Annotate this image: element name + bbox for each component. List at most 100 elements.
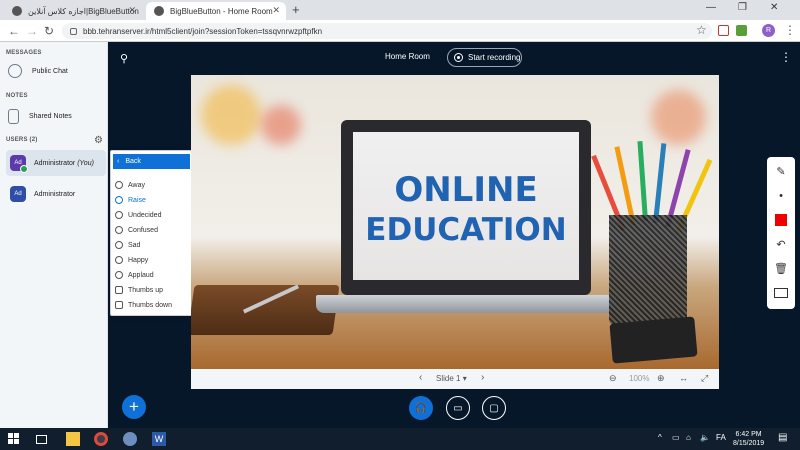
status-undecided[interactable]: Undecided	[115, 209, 161, 221]
browser-tab-1[interactable]: اجازه کلاس آنلاین|BigBlueButton ✕	[4, 2, 142, 20]
app-icon[interactable]	[123, 432, 137, 446]
browser-menu-icon[interactable]: ⋮	[784, 23, 796, 37]
status-thumbs-down[interactable]: Thumbs down	[115, 299, 172, 311]
slide-select[interactable]: Slide 1 ▾	[436, 374, 467, 383]
close-tab-icon[interactable]: ✕	[272, 5, 280, 16]
status-sad[interactable]: Sad	[115, 239, 140, 251]
language-indicator[interactable]: FA	[716, 433, 726, 442]
user-list-toggle-icon[interactable]: ⚲	[120, 52, 128, 65]
notes-title: NOTES	[6, 93, 28, 99]
notes-icon	[8, 109, 19, 124]
network-icon: ⌂	[686, 433, 691, 442]
status-away[interactable]: Away	[115, 179, 145, 191]
new-tab-icon[interactable]: +	[292, 2, 300, 17]
browser-tab-2[interactable]: BigBlueButton - Home Room ✕	[146, 2, 286, 20]
url-field[interactable]: bbb.tehranserver.ir/html5client/join?ses…	[62, 23, 712, 39]
background-blur	[651, 90, 706, 145]
hand-icon	[115, 196, 123, 204]
thickness-tool-icon[interactable]: •	[767, 184, 795, 208]
tab-title: اجازه کلاس آنلاین|BigBlueButton	[28, 6, 139, 16]
back-icon[interactable]: ←	[8, 24, 20, 38]
multi-user-icon[interactable]	[767, 281, 795, 305]
close-window-icon[interactable]: ✕	[770, 2, 778, 13]
file-explorer-icon[interactable]	[66, 432, 80, 446]
url-text: bbb.tehranserver.ir/html5client/join?ses…	[83, 26, 323, 36]
camera-button[interactable]: ▭	[446, 396, 470, 420]
menu-back-button[interactable]: ‹ Back	[113, 154, 190, 169]
status-thumbs-up[interactable]: Thumbs up	[115, 284, 163, 296]
chrome-favicon-icon	[154, 6, 164, 16]
start-recording-button[interactable]: Start recording	[447, 48, 522, 67]
forward-icon[interactable]: →	[26, 24, 38, 38]
presentation-slide: ONLINE EDUCATION	[191, 75, 719, 369]
pencil-cup-image	[609, 215, 687, 325]
back-label: Back	[125, 158, 141, 165]
address-bar-row: ← → ↻ bbb.tehranserver.ir/html5client/jo…	[0, 20, 800, 42]
status-confused[interactable]: Confused	[115, 224, 158, 236]
trash-icon[interactable]: 🗑	[767, 256, 795, 280]
shared-notes-label: Shared Notes	[29, 113, 72, 120]
thumbs-down-icon	[115, 301, 123, 309]
tray-chevron-icon[interactable]: ^	[658, 433, 662, 442]
status-applaud[interactable]: Applaud	[115, 269, 154, 281]
fullscreen-icon[interactable]: ⤢	[701, 373, 708, 384]
windows-start-icon[interactable]	[8, 432, 22, 446]
messages-title: MESSAGES	[6, 50, 42, 56]
chevron-left-icon: ‹	[117, 158, 120, 165]
zoom-in-icon[interactable]: ⊕	[657, 373, 665, 384]
profile-avatar[interactable]: R	[762, 24, 775, 37]
lock-icon	[70, 27, 77, 35]
clock-icon	[115, 181, 123, 189]
gear-icon[interactable]: ⚙	[94, 135, 103, 146]
background-blur	[201, 85, 261, 145]
user-name: Administrator	[34, 190, 76, 198]
chrome-icon[interactable]	[94, 432, 108, 446]
status-menu: ‹ Back Away Raise Undecided Confused Sad…	[110, 150, 192, 316]
laptop-display: ONLINE EDUCATION	[353, 132, 579, 280]
user-row-self[interactable]: Ad Administrator (You)	[6, 150, 106, 176]
browser-tab-bar: اجازه کلاس آنلاین|BigBlueButton ✕ BigBlu…	[0, 0, 800, 20]
pencil-image	[653, 143, 667, 224]
thumbs-up-icon	[115, 286, 123, 294]
public-chat-label: Public Chat	[32, 67, 68, 75]
undo-icon[interactable]: ↶	[767, 232, 795, 256]
slide-heading-line1: ONLINE	[394, 170, 538, 210]
public-chat-item[interactable]: Public Chat	[8, 64, 68, 78]
sidebar: MESSAGES Public Chat NOTES Shared Notes …	[0, 42, 108, 428]
close-tab-icon[interactable]: ✕	[128, 5, 136, 16]
status-happy[interactable]: Happy	[115, 254, 148, 266]
restore-icon[interactable]: ❐	[738, 2, 747, 13]
color-tool-icon[interactable]	[767, 208, 795, 232]
notifications-icon[interactable]: ▤	[778, 432, 787, 443]
laptop-image: ONLINE EDUCATION	[341, 120, 591, 295]
next-slide-icon[interactable]: ›	[481, 372, 484, 383]
audio-headset-button[interactable]: 🎧	[409, 396, 433, 420]
battery-icon: ▭	[672, 433, 680, 442]
shared-notes-item[interactable]: Shared Notes	[8, 109, 72, 124]
system-clock[interactable]: 6:42 PM 8/15/2019	[733, 430, 764, 448]
extension-icon[interactable]	[718, 25, 729, 36]
windows-taskbar: W ^ ▭ ⌂ 🔈 FA 6:42 PM 8/15/2019 ▤	[0, 428, 800, 450]
task-view-icon[interactable]	[36, 435, 47, 444]
word-icon[interactable]: W	[152, 432, 166, 446]
record-icon	[454, 53, 463, 62]
screen-share-off-icon: ▢	[489, 402, 499, 414]
zoom-level: 100%	[629, 374, 650, 383]
user-row[interactable]: Ad Administrator	[6, 181, 106, 207]
reload-icon[interactable]: ↻	[44, 24, 54, 38]
fit-width-icon[interactable]: ↔	[679, 373, 688, 383]
zoom-out-icon[interactable]: ⊖	[609, 373, 617, 384]
minimize-icon[interactable]: —	[706, 2, 716, 13]
volume-icon[interactable]: 🔈	[700, 433, 710, 442]
status-raise[interactable]: Raise	[115, 194, 146, 206]
previous-slide-icon[interactable]: ‹	[419, 372, 422, 383]
extension-icon[interactable]	[736, 25, 747, 36]
pencil-tool-icon[interactable]: ✎	[767, 159, 795, 183]
actions-plus-button[interactable]: +	[122, 395, 146, 419]
phone-image	[609, 316, 698, 364]
tab-title: BigBlueButton - Home Room	[170, 6, 273, 16]
screen-share-button[interactable]: ▢	[482, 396, 506, 420]
bookmark-star-icon[interactable]: ☆	[696, 23, 707, 37]
options-menu-icon[interactable]: ⋮	[780, 50, 792, 64]
avatar: Ad	[10, 155, 28, 173]
